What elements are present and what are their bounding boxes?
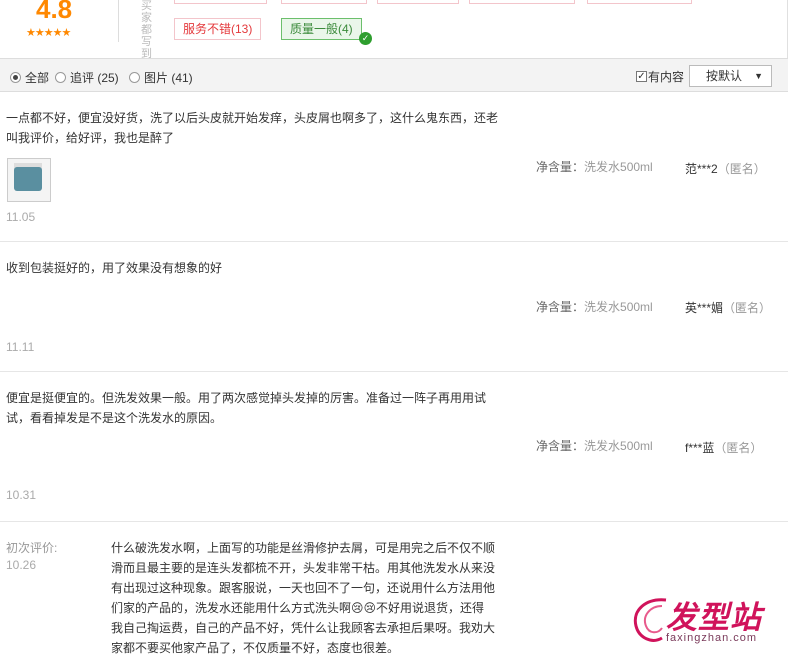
reviewer-name: f***蓝（匿名） — [685, 439, 762, 456]
tag-quality-average[interactable]: 质量一般(4) — [281, 18, 362, 40]
radio-checked-icon[interactable] — [10, 72, 21, 83]
tag-partial[interactable] — [377, 0, 459, 4]
overall-score: 4.8 — [36, 0, 73, 24]
review-item: 一点都不好，便宜没好货，洗了以后头皮就开始发痒，头皮屑也啊多了，这什么鬼东西，还… — [0, 93, 788, 242]
user-name: 范***2 — [685, 162, 718, 176]
product-spec: 净含量：洗发水500ml — [536, 158, 653, 175]
review-text: 一点都不好，便宜没好货，洗了以后头皮就开始发痒，头皮屑也啊多了，这什么鬼东西，还… — [6, 111, 499, 145]
spec-key: 净含量： — [536, 300, 585, 314]
watermark-logo: 发型站 faxingzhan.com — [626, 590, 786, 652]
divider — [118, 0, 119, 42]
anonymous-label: （匿名） — [717, 162, 766, 176]
product-spec: 净含量：洗发水500ml — [536, 298, 653, 315]
checkbox-checked-icon[interactable]: ✓ — [636, 71, 647, 82]
watermark-text: 发型站 — [666, 600, 762, 636]
watermark-url: faxingzhan.com — [666, 632, 758, 644]
spec-key: 净含量： — [536, 439, 585, 453]
user-name: 英***媚 — [685, 301, 724, 315]
tag-partial[interactable] — [469, 0, 575, 4]
chevron-down-icon: ▼ — [754, 71, 763, 81]
review-date: 10.31 — [6, 488, 37, 502]
filter-bar: 全部 追评 (25) 图片 (41) ✓ 有内容 按默认 ▼ — [0, 58, 788, 92]
filter-images-label: 图片 (41) — [144, 71, 193, 85]
spec-value: 洗发水500ml — [584, 160, 653, 174]
radio-icon[interactable] — [129, 72, 140, 83]
reviewer-name: 英***媚（匿名） — [685, 299, 771, 316]
user-name: f***蓝 — [685, 441, 715, 455]
filter-all-label: 全部 — [25, 71, 50, 85]
sort-label: 按默认 — [706, 69, 743, 83]
filter-followup-label: 追评 (25) — [70, 71, 119, 85]
has-content-checkbox[interactable]: ✓ 有内容 — [636, 68, 684, 85]
review-date: 11.11 — [6, 340, 35, 354]
star-rating: ★★★★★ — [26, 27, 71, 39]
initial-review-text: 什么破洗发水啊，上面写的功能是丝滑修护去屑，可是用完之后不仅不顺滑而且最主要的是… — [111, 541, 496, 655]
rating-summary: 4.8 ★★★★★ 买家都写到 服务不错(13) 质量一般(4) ✓ — [0, 0, 788, 60]
tag-partial[interactable] — [587, 0, 692, 4]
tag-service-good[interactable]: 服务不错(13) — [174, 18, 262, 40]
review-photo-thumbnail[interactable] — [7, 158, 51, 202]
initial-review-label: 初次评价: — [6, 541, 58, 555]
review-text: 收到包装挺好的，用了效果没有想象的好 — [6, 261, 223, 275]
radio-icon[interactable] — [55, 72, 66, 83]
anonymous-label: （匿名） — [714, 441, 763, 455]
filter-all-radio[interactable]: 全部 — [10, 69, 49, 86]
tag-partial[interactable] — [174, 0, 267, 4]
spec-key: 净含量： — [536, 160, 585, 174]
review-text: 便宜是挺便宜的。但洗发效果一般。用了两次感觉掉头发掉的厉害。准备过一阵子再用用试… — [6, 391, 487, 425]
reviewer-name: 范***2（匿名） — [685, 160, 766, 177]
spec-value: 洗发水500ml — [584, 439, 653, 453]
review-item: 便宜是挺便宜的。但洗发效果一般。用了两次感觉掉头发掉的厉害。准备过一阵子再用用试… — [0, 372, 788, 522]
initial-review-date: 10.26 — [6, 558, 37, 572]
review-date: 11.05 — [6, 210, 36, 224]
anonymous-label: （匿名） — [723, 301, 772, 315]
shampoo-bottle-image — [14, 167, 42, 191]
tag-partial[interactable] — [281, 0, 367, 4]
filter-images-radio[interactable]: 图片 (41) — [129, 69, 193, 86]
check-icon: ✓ — [359, 32, 372, 45]
filter-followup-radio[interactable]: 追评 (25) — [55, 69, 119, 86]
has-content-label: 有内容 — [648, 70, 685, 84]
spec-value: 洗发水500ml — [584, 300, 653, 314]
product-spec: 净含量：洗发水500ml — [536, 437, 653, 454]
review-item: 收到包装挺好的，用了效果没有想象的好 净含量：洗发水500ml 英***媚（匿名… — [0, 242, 788, 372]
buyers-said-label: 买家都写到 — [141, 0, 152, 60]
sort-dropdown[interactable]: 按默认 ▼ — [689, 65, 772, 87]
